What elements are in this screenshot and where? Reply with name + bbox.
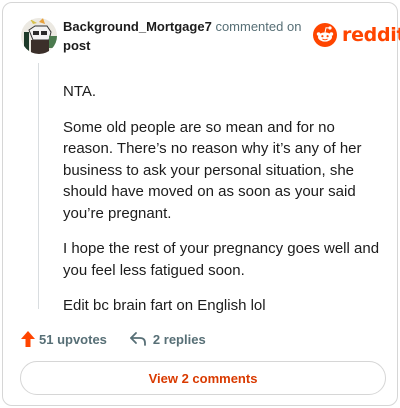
comment-paragraph: NTA. [63, 83, 97, 100]
upvote-arrow-icon [21, 331, 35, 347]
comment-body: NTA. Some old people are so mean and for… [63, 81, 381, 317]
avatar-image [21, 18, 57, 54]
thread-line[interactable] [38, 63, 39, 309]
replies-count: 2 replies [152, 331, 206, 347]
commented-on-text: commented on [215, 19, 302, 34]
post-link[interactable]: post [63, 38, 90, 53]
upvote-button[interactable]: 51 upvotes [21, 331, 107, 347]
comment-card: Background_Mortgage7 commented on post r… [2, 2, 400, 406]
comment-actions: 51 upvotes 2 replies [21, 328, 206, 350]
view-comments-button[interactable]: View 2 comments [20, 361, 386, 395]
avatar[interactable] [21, 18, 57, 54]
comment-header: Background_Mortgage7 commented on post [63, 17, 303, 55]
reddit-logo[interactable]: reddit [313, 21, 400, 49]
reddit-wordmark: reddit [342, 24, 400, 46]
comment-paragraph: I hope the rest of your pregnancy goes w… [63, 240, 380, 279]
upvote-count: 51 upvotes [39, 331, 107, 347]
comment-paragraph: Some old people are so mean and for no r… [63, 118, 362, 222]
comment-paragraph: Edit bc brain fart on English lol [63, 297, 266, 314]
username-link[interactable]: Background_Mortgage7 [63, 19, 212, 34]
replies-button[interactable]: 2 replies [129, 331, 206, 347]
reddit-snoo-icon [313, 23, 337, 47]
reply-arrow-icon [130, 332, 146, 346]
